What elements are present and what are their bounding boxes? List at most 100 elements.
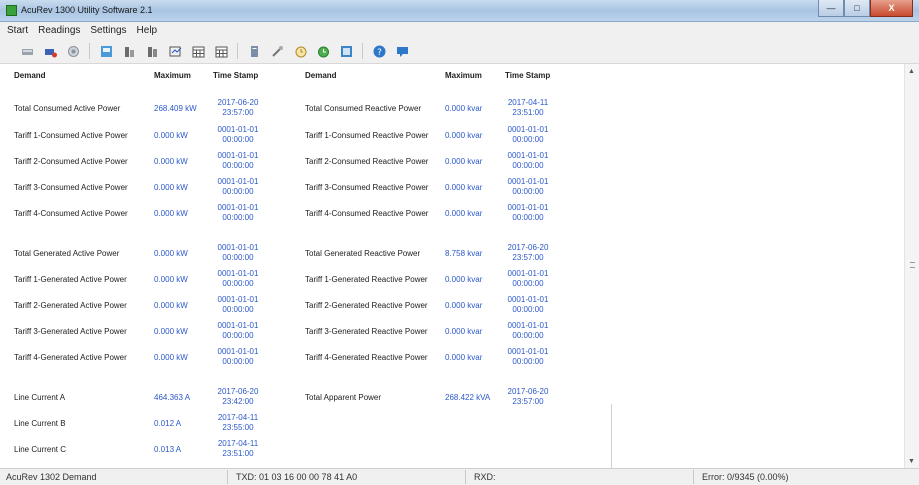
timestamp-date: 0001-01-01: [217, 295, 259, 304]
row-maximum-value: 0.000 kW: [154, 353, 188, 362]
minimize-button[interactable]: —: [818, 0, 844, 17]
row-maximum-value: 0.000 kW: [154, 249, 188, 258]
row-label: Tariff 3-Generated Active Power: [14, 327, 127, 336]
row-label: Line Current C: [14, 445, 67, 454]
row-timestamp: 0001-01-01 00:00:00: [498, 177, 558, 197]
timestamp-date: 2017-06-20: [217, 387, 259, 396]
timer-icon[interactable]: [290, 42, 310, 60]
scroll-down-icon[interactable]: ▼: [908, 458, 915, 465]
timestamp-time: 00:00:00: [512, 187, 544, 196]
calendar-alt-icon[interactable]: [211, 42, 231, 60]
energy-icon[interactable]: [142, 42, 162, 60]
vertical-scrollbar[interactable]: ▲ ▼: [904, 64, 919, 468]
row-label: Total Consumed Active Power: [14, 104, 121, 113]
row-timestamp: 2017-04-11 23:55:00: [208, 413, 268, 433]
row-timestamp: 2017-04-11 23:51:00: [498, 98, 558, 118]
tools-icon[interactable]: [267, 42, 287, 60]
row-timestamp: 0001-01-01 00:00:00: [498, 203, 558, 223]
scroll-grip-icon[interactable]: [910, 262, 915, 268]
row-label: Tariff 1-Generated Active Power: [14, 275, 127, 284]
maximize-button[interactable]: □: [844, 0, 870, 17]
row-label: Tariff 4-Consumed Active Power: [14, 209, 128, 218]
device-icon[interactable]: [96, 42, 116, 60]
col-header-timestamp: Time Stamp: [213, 71, 259, 80]
row-label: Tariff 1-Generated Reactive Power: [305, 275, 428, 284]
menu-bar: Start Readings Settings Help: [0, 22, 919, 39]
search-device-icon[interactable]: [63, 42, 83, 60]
row-label: Tariff 1-Consumed Reactive Power: [305, 131, 429, 140]
row-timestamp: 2017-04-11 23:51:00: [208, 439, 268, 459]
timestamp-time: 00:00:00: [222, 357, 254, 366]
timestamp-date: 0001-01-01: [217, 125, 259, 134]
log-icon[interactable]: [336, 42, 356, 60]
status-divider: [227, 470, 228, 484]
status-divider: [693, 470, 694, 484]
timestamp-date: 2017-06-20: [507, 243, 549, 252]
row-timestamp: 0001-01-01 00:00:00: [498, 295, 558, 315]
timestamp-date: 0001-01-01: [217, 321, 259, 330]
demand-icon[interactable]: [165, 42, 185, 60]
row-maximum-value: 0.000 kW: [154, 183, 188, 192]
scroll-up-icon[interactable]: ▲: [908, 68, 915, 75]
timestamp-date: 0001-01-01: [507, 151, 549, 160]
row-maximum-value: 0.000 kvar: [445, 183, 483, 192]
row-maximum-value: 8.758 kvar: [445, 249, 483, 258]
row-label: Tariff 2-Consumed Reactive Power: [305, 157, 429, 166]
disconnect-icon[interactable]: [40, 42, 60, 60]
row-label: Tariff 2-Consumed Active Power: [14, 157, 128, 166]
row-maximum-value: 0.000 kvar: [445, 131, 483, 140]
row-label: Total Consumed Reactive Power: [305, 104, 422, 113]
toolbar: ?: [0, 39, 919, 64]
help-icon[interactable]: ?: [369, 42, 389, 60]
row-maximum-value: 0.000 kvar: [445, 327, 483, 336]
row-timestamp: 0001-01-01 00:00:00: [208, 295, 268, 315]
connect-icon[interactable]: [17, 42, 37, 60]
status-device: AcuRev 1302 Demand: [6, 472, 97, 482]
row-maximum-value: 0.000 kW: [154, 301, 188, 310]
col-header-maximum-right: Maximum: [445, 71, 482, 80]
title-bar: AcuRev 1300 Utility Software 2.1 — □ X: [0, 0, 919, 22]
col-header-timestamp-right: Time Stamp: [505, 71, 551, 80]
alarm-icon[interactable]: [313, 42, 333, 60]
timestamp-time: 23:57:00: [512, 397, 544, 406]
about-icon[interactable]: [392, 42, 412, 60]
row-label: Total Generated Reactive Power: [305, 249, 421, 258]
row-timestamp: 0001-01-01 00:00:00: [208, 347, 268, 367]
timestamp-date: 0001-01-01: [507, 125, 549, 134]
realtime-icon[interactable]: [119, 42, 139, 60]
window-controls: — □ X: [818, 0, 913, 18]
col-header-demand-right: Demand: [305, 71, 337, 80]
status-error: Error: 0/9345 (0.00%): [702, 472, 789, 482]
row-label: Line Current B: [14, 419, 66, 428]
row-timestamp: 0001-01-01 00:00:00: [208, 203, 268, 223]
row-maximum-value: 268.422 kVA: [445, 393, 491, 402]
menu-start[interactable]: Start: [7, 25, 28, 36]
row-label: Tariff 3-Consumed Active Power: [14, 183, 128, 192]
menu-settings[interactable]: Settings: [90, 25, 126, 36]
report-icon[interactable]: [244, 42, 264, 60]
timestamp-time: 23:55:00: [222, 423, 254, 432]
row-maximum-value: 268.409 kW: [154, 104, 197, 113]
timestamp-date: 0001-01-01: [507, 269, 549, 278]
row-timestamp: 0001-01-01 00:00:00: [208, 125, 268, 145]
menu-help[interactable]: Help: [137, 25, 158, 36]
row-timestamp: 0001-01-01 00:00:00: [208, 177, 268, 197]
timestamp-date: 2017-06-20: [217, 98, 259, 107]
row-label: Line Current A: [14, 393, 66, 402]
close-button[interactable]: X: [870, 0, 913, 17]
timestamp-time: 23:57:00: [222, 108, 254, 117]
row-maximum-value: 0.000 kvar: [445, 275, 483, 284]
row-label: Tariff 3-Consumed Reactive Power: [305, 183, 429, 192]
calendar-icon[interactable]: [188, 42, 208, 60]
menu-readings[interactable]: Readings: [38, 25, 80, 36]
timestamp-time: 23:51:00: [222, 449, 254, 458]
row-timestamp: 0001-01-01 00:00:00: [498, 347, 558, 367]
row-maximum-value: 0.000 kvar: [445, 353, 483, 362]
row-timestamp: 0001-01-01 00:00:00: [208, 243, 268, 263]
row-maximum-value: 0.000 kW: [154, 209, 188, 218]
row-timestamp: 0001-01-01 00:00:00: [498, 269, 558, 289]
row-label: Tariff 4-Generated Active Power: [14, 353, 127, 362]
row-label: Total Apparent Power: [305, 393, 382, 402]
timestamp-time: 00:00:00: [512, 279, 544, 288]
row-timestamp: 0001-01-01 00:00:00: [208, 151, 268, 171]
